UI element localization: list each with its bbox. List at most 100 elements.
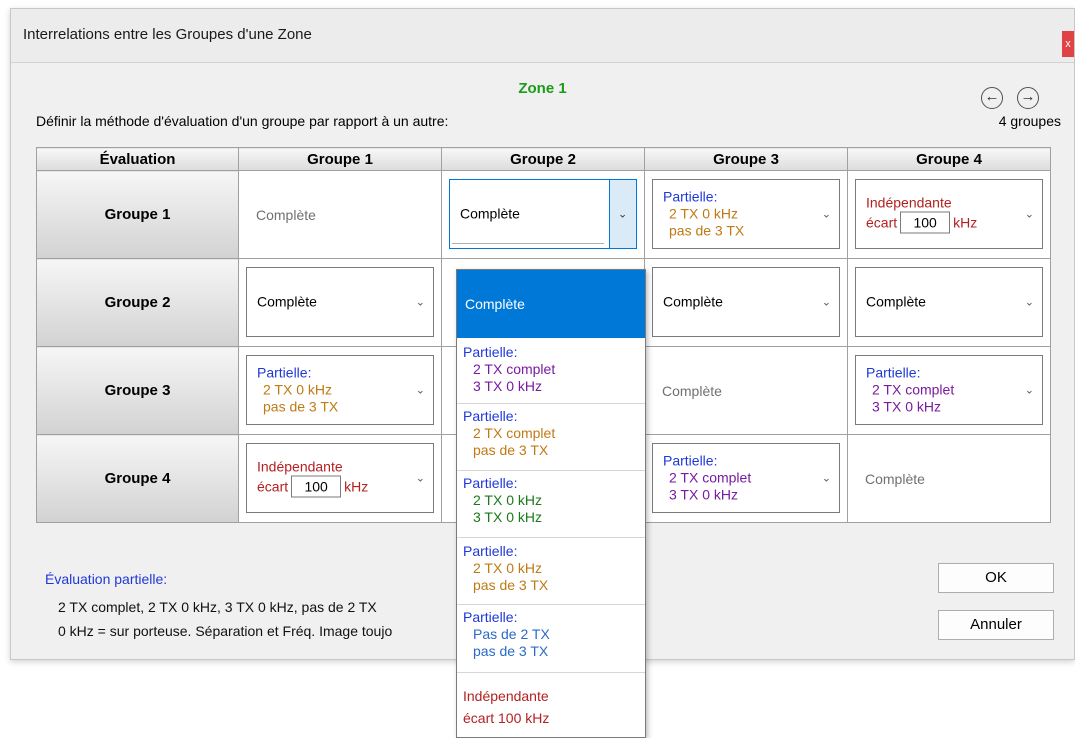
offset-input[interactable]: 100 bbox=[900, 211, 951, 234]
evaluation-combo-active[interactable]: Complète ⌄ bbox=[449, 179, 637, 249]
header-evaluation: Évaluation bbox=[36, 147, 239, 171]
evaluation-combo[interactable]: Complète ⌄ bbox=[652, 267, 840, 337]
chevron-down-icon: ⌄ bbox=[821, 472, 831, 485]
dropdown-option[interactable]: Partielle: Pas de 2 TX pas de 3 TX bbox=[457, 605, 645, 673]
option-line-2: 2 TX 0 kHz bbox=[473, 560, 542, 576]
evaluation-combo[interactable]: Partielle: 2 TX complet 3 TX 0 kHz ⌄ bbox=[652, 443, 840, 513]
dropdown-option[interactable]: Partielle: 2 TX 0 kHz 3 TX 0 kHz bbox=[457, 471, 645, 538]
option-line-2: 2 TX complet bbox=[473, 425, 556, 441]
evaluation-combo[interactable]: Partielle: 2 TX 0 kHz pas de 3 TX ⌄ bbox=[652, 179, 840, 249]
combo-line-1: Partielle: bbox=[663, 188, 718, 205]
combo-value: Complète bbox=[460, 205, 520, 222]
cell-g3-g3: Complète bbox=[644, 346, 848, 435]
dropdown-option[interactable]: Indépendante écart 100 kHz bbox=[457, 673, 645, 737]
cell-g3-g1: Partielle: 2 TX 0 kHz pas de 3 TX ⌄ bbox=[238, 346, 442, 435]
chevron-down-icon: ⌄ bbox=[821, 296, 831, 309]
header-groupe-2: Groupe 2 bbox=[441, 147, 645, 171]
cell-g4-g3: Partielle: 2 TX complet 3 TX 0 kHz ⌄ bbox=[644, 434, 848, 523]
combo-value: Complète bbox=[866, 293, 926, 310]
dropdown-option-complete[interactable]: Complète bbox=[457, 270, 645, 338]
chevron-down-icon: ⌄ bbox=[415, 384, 425, 397]
evaluation-combo[interactable]: Indépendante écart 100 kHz ⌄ bbox=[246, 443, 434, 513]
static-value: Complète bbox=[256, 206, 316, 223]
zone-title: Zone 1 bbox=[518, 80, 567, 97]
cell-g2-g3: Complète ⌄ bbox=[644, 258, 848, 347]
option-line-3: pas de 3 TX bbox=[473, 442, 549, 458]
dropdown-option[interactable]: Partielle: 2 TX complet pas de 3 TX bbox=[457, 404, 645, 471]
option-line-1: Partielle: bbox=[463, 344, 518, 360]
header-groupe-1: Groupe 1 bbox=[238, 147, 442, 171]
evaluation-combo[interactable]: Complète ⌄ bbox=[855, 267, 1043, 337]
dropdown-option[interactable]: Partielle: 2 TX 0 kHz pas de 3 TX bbox=[457, 538, 645, 605]
instruction-text: Définir la méthode d'évaluation d'un gro… bbox=[36, 113, 449, 129]
combo-value: Complète bbox=[257, 293, 317, 310]
combo-line-2: 2 TX 0 kHz bbox=[263, 381, 332, 398]
combo-line-3: pas de 3 TX bbox=[263, 398, 339, 415]
legend-title: Évaluation partielle: bbox=[45, 571, 168, 587]
option-line-3: 3 TX 0 kHz bbox=[473, 509, 542, 525]
cell-g1-g3: Partielle: 2 TX 0 kHz pas de 3 TX ⌄ bbox=[644, 170, 848, 259]
option-line-1: Indépendante bbox=[463, 688, 549, 704]
combo-unit: kHz bbox=[344, 478, 369, 495]
combo-line-3: pas de 3 TX bbox=[669, 222, 745, 239]
row-header-groupe-4: Groupe 4 bbox=[36, 434, 239, 523]
close-button[interactable]: x bbox=[1062, 31, 1074, 57]
evaluation-combo[interactable]: Indépendante écart 100 kHz ⌄ bbox=[855, 179, 1043, 249]
combo-ecart-label: écart bbox=[257, 478, 289, 495]
combo-line-1: Indépendante bbox=[866, 194, 952, 211]
row-header-groupe-1: Groupe 1 bbox=[36, 170, 239, 259]
chevron-down-icon: ⌄ bbox=[1024, 384, 1034, 397]
combo-unit: kHz bbox=[953, 214, 978, 231]
combo-line-3: 3 TX 0 kHz bbox=[669, 486, 738, 503]
chevron-down-icon: ⌄ bbox=[1024, 296, 1034, 309]
option-line-3: 3 TX 0 kHz bbox=[473, 378, 542, 394]
option-line-1: Partielle: bbox=[463, 609, 518, 625]
chevron-down-icon: ⌄ bbox=[415, 296, 425, 309]
cell-g2-g1: Complète ⌄ bbox=[238, 258, 442, 347]
option-line-3: pas de 3 TX bbox=[473, 577, 549, 593]
cell-g4-g4: Complète bbox=[847, 434, 1051, 523]
cell-g1-g1: Complète bbox=[238, 170, 442, 259]
combo-line-2: 2 TX complet bbox=[669, 469, 752, 486]
cell-g1-g2: Complète ⌄ bbox=[441, 170, 645, 259]
row-header-groupe-3: Groupe 3 bbox=[36, 346, 239, 435]
option-line-2: 2 TX 0 kHz bbox=[473, 492, 542, 508]
cell-g4-g1: Indépendante écart 100 kHz ⌄ bbox=[238, 434, 442, 523]
cancel-button[interactable]: Annuler bbox=[938, 610, 1054, 640]
evaluation-combo[interactable]: Partielle: 2 TX complet 3 TX 0 kHz ⌄ bbox=[855, 355, 1043, 425]
option-line-2: Pas de 2 TX bbox=[473, 626, 550, 642]
option-line-1: Partielle: bbox=[463, 408, 518, 424]
ok-button[interactable]: OK bbox=[938, 563, 1054, 593]
legend-line-1: 2 TX complet, 2 TX 0 kHz, 3 TX 0 kHz, pa… bbox=[58, 599, 377, 615]
offset-input[interactable]: 100 bbox=[291, 475, 342, 498]
option-line-2: 2 TX complet bbox=[473, 361, 556, 377]
cell-g2-g4: Complète ⌄ bbox=[847, 258, 1051, 347]
legend-line-2: 0 kHz = sur porteuse. Séparation et Fréq… bbox=[58, 623, 393, 639]
combo-line-1: Partielle: bbox=[866, 364, 921, 381]
chevron-down-icon: ⌄ bbox=[821, 208, 831, 221]
dropdown-button[interactable]: ⌄ bbox=[609, 180, 636, 248]
combo-ecart-label: écart bbox=[866, 214, 898, 231]
title-bar[interactable]: Interrelations entre les Groupes d'une Z… bbox=[11, 9, 1074, 63]
combo-line-1: Indépendante bbox=[257, 458, 343, 475]
dropdown-option[interactable]: Partielle: 2 TX complet 3 TX 0 kHz bbox=[457, 338, 645, 404]
option-line-1: Partielle: bbox=[463, 475, 518, 491]
arrow-right-circle-icon[interactable]: → bbox=[1017, 87, 1039, 109]
chevron-down-icon: ⌄ bbox=[1024, 208, 1034, 221]
evaluation-combo[interactable]: Complète ⌄ bbox=[246, 267, 434, 337]
chevron-down-icon: ⌄ bbox=[618, 208, 628, 221]
option-line-3: pas de 3 TX bbox=[473, 643, 549, 659]
header-groupe-3: Groupe 3 bbox=[644, 147, 848, 171]
static-value: Complète bbox=[865, 470, 925, 487]
group-count: 4 groupes bbox=[998, 113, 1061, 129]
combo-line-3: 3 TX 0 kHz bbox=[872, 398, 941, 415]
cell-g1-g4: Indépendante écart 100 kHz ⌄ bbox=[847, 170, 1051, 259]
combo-line-1: Partielle: bbox=[663, 452, 718, 469]
combo-line-2: 2 TX 0 kHz bbox=[669, 205, 738, 222]
combo-underline bbox=[452, 243, 604, 244]
row-header-groupe-2: Groupe 2 bbox=[36, 258, 239, 347]
evaluation-combo[interactable]: Partielle: 2 TX 0 kHz pas de 3 TX ⌄ bbox=[246, 355, 434, 425]
arrow-left-circle-icon[interactable]: ← bbox=[981, 87, 1003, 109]
combo-line-1: Partielle: bbox=[257, 364, 312, 381]
evaluation-dropdown-list: Complète Partielle: 2 TX complet 3 TX 0 … bbox=[456, 269, 646, 738]
